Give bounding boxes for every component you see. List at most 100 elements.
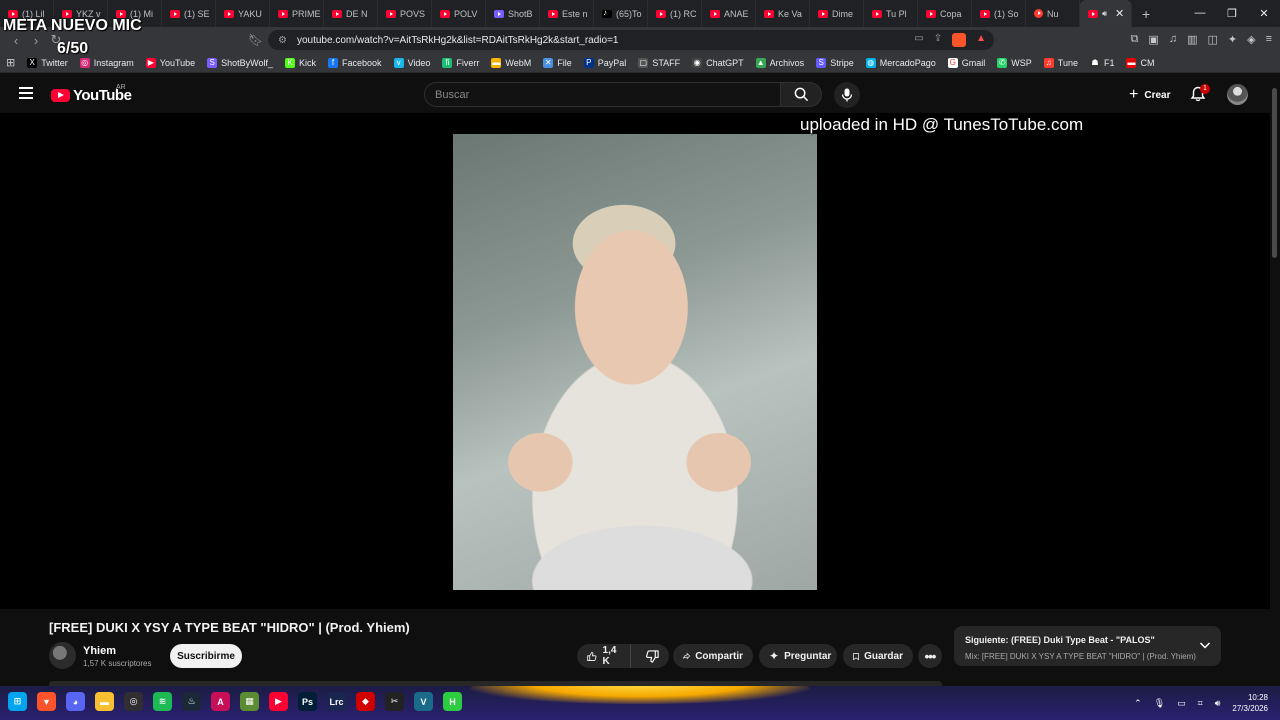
bookmark-item[interactable]: S ShotByWolf_ xyxy=(207,57,273,68)
sidebar-icon[interactable]: ▥ xyxy=(1187,33,1197,46)
maximize-icon[interactable]: ❐ xyxy=(1216,7,1248,20)
browser-tab[interactable]: (65)To xyxy=(594,0,648,27)
browser-tab[interactable]: Este n xyxy=(540,0,594,27)
bookmark-item[interactable]: ◎ Instagram xyxy=(79,57,134,68)
browser-tab[interactable]: POLV xyxy=(432,0,486,27)
browser-tab[interactable]: ShotB xyxy=(486,0,540,27)
more-actions-button[interactable]: ••• xyxy=(918,644,942,668)
display-tray-icon[interactable]: ▭ xyxy=(1177,698,1186,709)
url-text[interactable]: youtube.com/watch?v=AitTsRkHg2k&list=RDA… xyxy=(297,35,619,46)
like-button[interactable]: 1,4 K xyxy=(577,644,631,668)
bookmark-item[interactable]: ▶ YouTube xyxy=(145,57,195,68)
share-page-icon[interactable]: ⇪ xyxy=(934,33,942,47)
browser-tab[interactable]: Ke Va xyxy=(756,0,810,27)
bookmark-item[interactable]: ▬ WebM xyxy=(491,57,531,68)
vpn-icon[interactable]: ◈ xyxy=(1247,33,1255,46)
tab-audio-icon[interactable]: 🔊︎ xyxy=(1102,9,1107,19)
browser-tab[interactable]: POVS xyxy=(378,0,432,27)
ask-button[interactable]: ✦ Preguntar xyxy=(759,644,837,668)
extensions-icon[interactable]: ⧉ xyxy=(1131,33,1139,46)
browser-tab[interactable]: Nu xyxy=(1026,0,1080,27)
media-icon[interactable]: ♫ xyxy=(1169,33,1177,46)
bookmark-item[interactable]: P PayPal xyxy=(583,57,626,68)
window-close-icon[interactable]: ✕ xyxy=(1248,7,1280,20)
browser-tab[interactable]: (1) SE xyxy=(162,0,216,27)
youtube-app-icon[interactable]: ▶ xyxy=(269,692,288,711)
mic-tray-icon[interactable]: 🎙︎ xyxy=(1154,698,1165,709)
brave-shield-icon[interactable] xyxy=(952,33,967,47)
wallet-icon[interactable]: ◫ xyxy=(1207,33,1217,46)
brave-rewards-icon[interactable]: ▲ xyxy=(976,33,986,47)
scrollbar-thumb[interactable] xyxy=(1272,88,1277,258)
browser-tab[interactable]: ANAE xyxy=(702,0,756,27)
tray-overflow-icon[interactable]: ⌃ xyxy=(1134,698,1142,709)
volume-icon[interactable]: 🔊︎ xyxy=(1215,698,1221,709)
bookmark-item[interactable]: G Gmail xyxy=(947,57,985,68)
url-omnibox[interactable]: ⚙ youtube.com/watch?v=AitTsRkHg2k&list=R… xyxy=(268,30,994,50)
channel-avatar[interactable] xyxy=(49,642,76,669)
bookmark-item[interactable]: f Facebook xyxy=(328,57,382,68)
steam-icon[interactable]: ♨ xyxy=(182,692,201,711)
browser-tab[interactable]: (1) So xyxy=(972,0,1026,27)
file-explorer-icon[interactable]: ▬ xyxy=(95,692,114,711)
bookmark-item[interactable]: fi Fiverr xyxy=(442,57,479,68)
video-player[interactable]: uploaded in HD @ TunesToTube.com xyxy=(0,113,1270,609)
tab-close-icon[interactable]: ✕ xyxy=(1115,7,1124,20)
bookmark-item[interactable]: ◍ MercadoPago xyxy=(865,57,936,68)
bookmark-item[interactable]: ✕ File xyxy=(543,57,572,68)
bookmark-item[interactable]: ▲ Archivos xyxy=(755,57,804,68)
capcut-icon[interactable]: ✂ xyxy=(385,692,404,711)
lrc-icon[interactable]: Lrc xyxy=(327,692,346,711)
brave-icon[interactable]: ▼ xyxy=(37,692,56,711)
up-next-card[interactable]: Siguiente: (FREE) Duki Type Beat - "PALO… xyxy=(954,626,1221,666)
site-info-icon[interactable]: ⚙ xyxy=(278,35,287,46)
browser-tab[interactable]: Copa xyxy=(918,0,972,27)
leo-ai-icon[interactable]: ✦ xyxy=(1228,33,1237,46)
cast-icon[interactable]: ▭ xyxy=(914,33,923,47)
chevron-down-icon[interactable] xyxy=(1198,638,1212,652)
save-button[interactable]: Guardar xyxy=(843,644,913,668)
bookmark-item[interactable]: S Stripe xyxy=(816,57,854,68)
h-app-icon[interactable]: H xyxy=(443,692,462,711)
bookmark-item[interactable]: ☗ F1 xyxy=(1089,57,1114,68)
network-icon[interactable]: ⌗ xyxy=(1198,698,1203,709)
bookmark-item[interactable]: X Twitter xyxy=(27,57,68,68)
screenshot-icon[interactable]: ▣ xyxy=(1148,33,1158,46)
bookmark-item[interactable]: ▬ CM xyxy=(1126,57,1154,68)
voice-search-button[interactable] xyxy=(834,82,860,108)
new-tab-icon[interactable]: + xyxy=(1132,6,1160,22)
guide-menu-icon[interactable] xyxy=(19,87,33,99)
share-button[interactable]: Compartir xyxy=(673,644,753,668)
browser-tab[interactable]: Tu Pl xyxy=(864,0,918,27)
spotify-icon[interactable]: ≋ xyxy=(153,692,172,711)
windows-start-icon[interactable]: ⊞ xyxy=(8,692,27,711)
minecraft-icon[interactable]: ▦ xyxy=(240,692,259,711)
page-scrollbar[interactable] xyxy=(1270,76,1280,686)
bookmark-item[interactable]: ◉ ChatGPT xyxy=(692,57,744,68)
photoshop-icon[interactable]: Ps xyxy=(298,692,317,711)
minimize-icon[interactable]: — xyxy=(1184,7,1216,20)
apps-grid-icon[interactable]: ⊞ xyxy=(6,56,15,69)
browser-tab[interactable]: Dime xyxy=(810,0,864,27)
bookmark-item[interactable]: K Kick xyxy=(285,57,316,68)
browser-tab[interactable]: YAKU xyxy=(216,0,270,27)
browser-tab[interactable]: (1) RC xyxy=(648,0,702,27)
create-button[interactable]: + Crear xyxy=(1121,84,1178,106)
search-input[interactable] xyxy=(435,88,780,101)
dislike-button[interactable] xyxy=(636,644,669,668)
menu-icon[interactable]: ≡ xyxy=(1266,33,1272,46)
discord-icon[interactable]: ◕ xyxy=(66,692,85,711)
bookmark-item[interactable]: v Video xyxy=(393,57,430,68)
obs-icon[interactable]: ◎ xyxy=(124,692,143,711)
bookmark-icon[interactable]: 🔖︎ xyxy=(248,33,263,47)
bookmark-item[interactable]: ♫ Tune xyxy=(1043,57,1078,68)
valorant-icon[interactable]: V xyxy=(414,692,433,711)
bookmark-item[interactable]: ✆ WSP xyxy=(997,57,1032,68)
adobe-icon[interactable]: A xyxy=(211,692,230,711)
taskbar-clock[interactable]: 10:28 27/3/2026 xyxy=(1232,692,1268,714)
search-button[interactable] xyxy=(781,82,822,107)
browser-tab[interactable]: DE N xyxy=(324,0,378,27)
redbull-icon[interactable]: ◆ xyxy=(356,692,375,711)
channel-name[interactable]: Yhiem xyxy=(83,645,116,657)
bookmark-item[interactable]: ▢ STAFF xyxy=(638,57,680,68)
